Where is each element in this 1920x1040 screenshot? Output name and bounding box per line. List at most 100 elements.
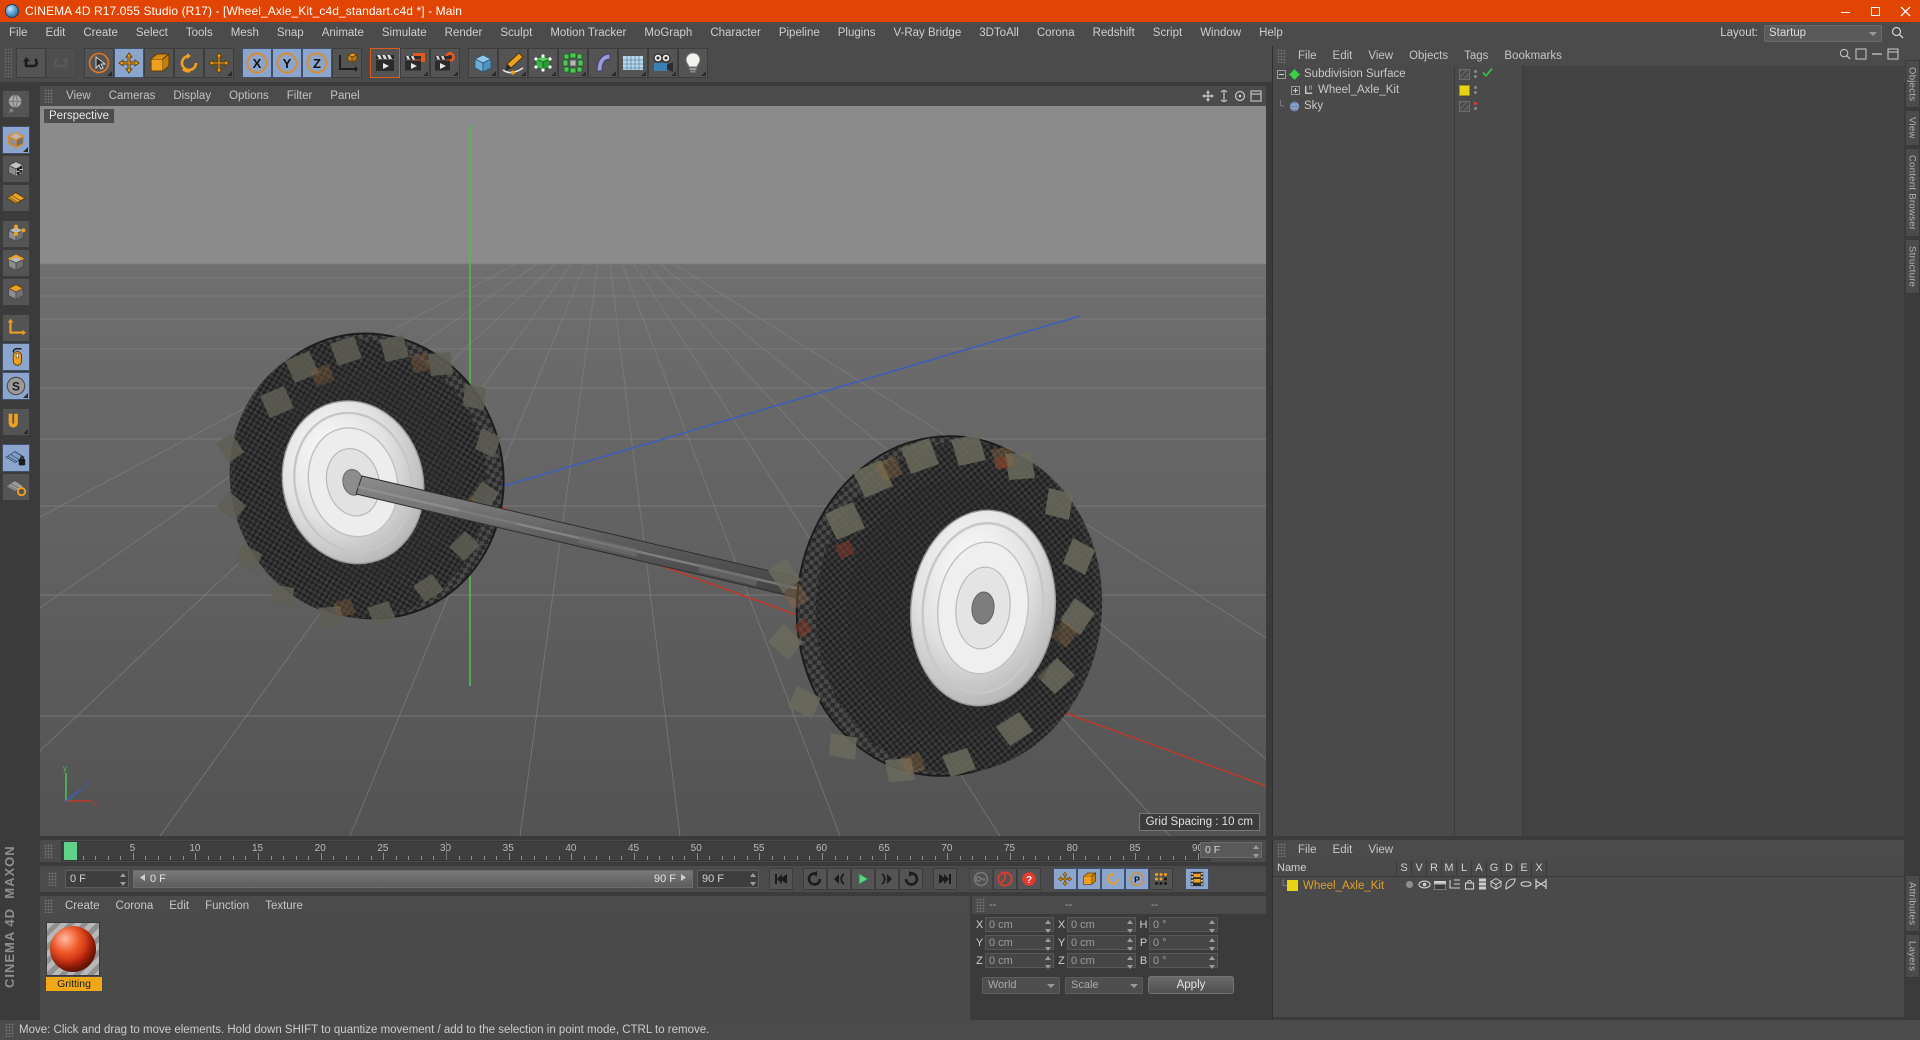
live-selection-button[interactable] xyxy=(84,48,114,78)
tab-view[interactable]: View xyxy=(1904,110,1920,146)
lock-y-button[interactable]: Y xyxy=(272,48,302,78)
soft-selection-button[interactable]: S xyxy=(2,372,30,400)
spinner-icon[interactable] xyxy=(1126,956,1133,969)
previous-frame-button[interactable] xyxy=(827,868,851,890)
deformer-icon[interactable] xyxy=(1505,878,1517,893)
workplane-options-button[interactable] xyxy=(2,473,30,501)
key-rotation-button[interactable] xyxy=(1101,868,1125,890)
layer-col-l[interactable]: L xyxy=(1457,859,1472,877)
add-nurbs-button[interactable] xyxy=(528,48,558,78)
layer-col-a[interactable]: A xyxy=(1472,859,1487,877)
layer-col-s[interactable]: S xyxy=(1397,859,1412,877)
material-menu-texture[interactable]: Texture xyxy=(257,900,311,912)
coordinate-size-x-input[interactable]: 0 cm xyxy=(1067,917,1136,933)
layer-col-e[interactable]: E xyxy=(1517,859,1532,877)
view-eye-icon[interactable] xyxy=(1418,879,1431,893)
add-deformer-button[interactable] xyxy=(588,48,618,78)
object-row[interactable]: 0 Wheel_Axle_Kit xyxy=(1273,82,1454,98)
viewport-grip[interactable] xyxy=(44,89,53,103)
menu-item-plugins[interactable]: Plugins xyxy=(829,22,885,44)
object-manager-menu-bookmarks[interactable]: Bookmarks xyxy=(1496,50,1570,62)
tab-content-browser[interactable]: Content Browser xyxy=(1904,147,1920,238)
current-frame-input[interactable]: 0 F xyxy=(65,870,129,888)
timeline-playhead[interactable] xyxy=(64,842,77,860)
object-manager-body[interactable]: Subdivision Surface 0 Wheel_Axle_Kit └ Sky xyxy=(1273,66,1904,836)
layer-col-g[interactable]: G xyxy=(1487,859,1502,877)
key-scale-button[interactable] xyxy=(1077,868,1101,890)
timeline-grip[interactable] xyxy=(44,844,53,858)
visibility-dots-icon[interactable] xyxy=(1474,70,1478,78)
edge-mode-button[interactable] xyxy=(2,249,30,277)
render-settings-button[interactable] xyxy=(430,48,460,78)
coordinate-rotation-p-input[interactable]: 0 ° xyxy=(1149,935,1218,951)
object-tag-cell[interactable] xyxy=(1455,66,1522,82)
layout-dropdown[interactable]: Startup xyxy=(1764,24,1882,42)
rotate-tool-button[interactable] xyxy=(174,48,204,78)
coordinate-rotation-h-input[interactable]: 0 ° xyxy=(1149,917,1218,933)
layer-table-body[interactable]: └ Wheel_Axle_Kit xyxy=(1273,877,1904,1017)
menu-item-3dtoall[interactable]: 3DToAll xyxy=(970,22,1028,44)
search-icon[interactable] xyxy=(1891,26,1904,44)
snap-magnet-button[interactable] xyxy=(2,408,30,436)
spinner-icon[interactable] xyxy=(1208,920,1215,933)
menu-item-motion-tracker[interactable]: Motion Tracker xyxy=(541,22,635,44)
options-icon[interactable] xyxy=(1887,47,1899,65)
collapse-icon[interactable] xyxy=(1871,47,1883,65)
world-axis-button[interactable] xyxy=(332,48,362,78)
coordinate-size-y-input[interactable]: 0 cm xyxy=(1067,935,1136,951)
close-button[interactable] xyxy=(1890,0,1920,22)
material-preview[interactable] xyxy=(46,922,100,976)
menu-item-render[interactable]: Render xyxy=(436,22,492,44)
object-tag-cell[interactable] xyxy=(1455,98,1522,114)
menu-item-pipeline[interactable]: Pipeline xyxy=(770,22,829,44)
manager-icon[interactable] xyxy=(1449,878,1461,893)
viewport-menu-panel[interactable]: Panel xyxy=(321,90,368,102)
menu-item-v-ray-bridge[interactable]: V-Ray Bridge xyxy=(884,22,970,44)
viewport-menu-view[interactable]: View xyxy=(57,90,100,102)
menu-item-window[interactable]: Window xyxy=(1191,22,1250,44)
menu-item-script[interactable]: Script xyxy=(1144,22,1191,44)
tab-layers[interactable]: Layers xyxy=(1904,933,1920,978)
coordinate-position-x-input[interactable]: 0 cm xyxy=(985,917,1054,933)
object-row[interactable]: └ Sky xyxy=(1273,98,1454,114)
solo-dot-icon[interactable] xyxy=(1404,879,1415,893)
material-menu-create[interactable]: Create xyxy=(57,900,108,912)
add-cube-button[interactable] xyxy=(468,48,498,78)
add-spline-button[interactable] xyxy=(498,48,528,78)
polygon-mode-button[interactable] xyxy=(2,278,30,306)
menu-item-corona[interactable]: Corona xyxy=(1028,22,1084,44)
tab-attributes[interactable]: Attributes xyxy=(1904,874,1920,932)
object-manager-grip[interactable] xyxy=(1277,49,1286,63)
menu-item-simulate[interactable]: Simulate xyxy=(373,22,436,44)
object-manager-empty-area[interactable] xyxy=(1523,66,1904,836)
layer-col-v[interactable]: V xyxy=(1412,859,1427,877)
menu-item-redshift[interactable]: Redshift xyxy=(1084,22,1144,44)
menu-item-select[interactable]: Select xyxy=(127,22,177,44)
move-tool-button[interactable] xyxy=(114,48,144,78)
viewport-menu-options[interactable]: Options xyxy=(220,90,278,102)
add-array-button[interactable] xyxy=(558,48,588,78)
move-view-icon[interactable] xyxy=(1202,89,1214,107)
model-mode-button[interactable] xyxy=(2,126,30,154)
object-manager-menu-tags[interactable]: Tags xyxy=(1456,50,1496,62)
xref-icon[interactable] xyxy=(1535,878,1547,893)
layer-col-r[interactable]: R xyxy=(1427,859,1442,877)
render-clapper-icon[interactable] xyxy=(1433,879,1447,893)
coordinate-position-y-input[interactable]: 0 cm xyxy=(985,935,1054,951)
search-icon[interactable] xyxy=(1839,47,1851,65)
enable-axis-button[interactable] xyxy=(2,343,30,371)
spinner-icon[interactable] xyxy=(1208,956,1215,969)
menu-item-tools[interactable]: Tools xyxy=(177,22,222,44)
menu-item-help[interactable]: Help xyxy=(1250,22,1292,44)
max-frame-input[interactable]: 90 F xyxy=(697,870,759,888)
apply-button[interactable]: Apply xyxy=(1148,976,1234,994)
animation-toolbar-grip[interactable] xyxy=(48,872,57,886)
spinner-icon[interactable] xyxy=(1044,956,1051,969)
animation-icon[interactable] xyxy=(1478,878,1487,893)
undo-view-button[interactable] xyxy=(2,90,30,118)
menu-item-edit[interactable]: Edit xyxy=(37,22,75,44)
object-manager-menu-edit[interactable]: Edit xyxy=(1325,50,1361,62)
workplane-mode-button[interactable] xyxy=(2,184,30,212)
key-position-button[interactable] xyxy=(1053,868,1077,890)
checker-tag-icon[interactable] xyxy=(1459,100,1470,112)
